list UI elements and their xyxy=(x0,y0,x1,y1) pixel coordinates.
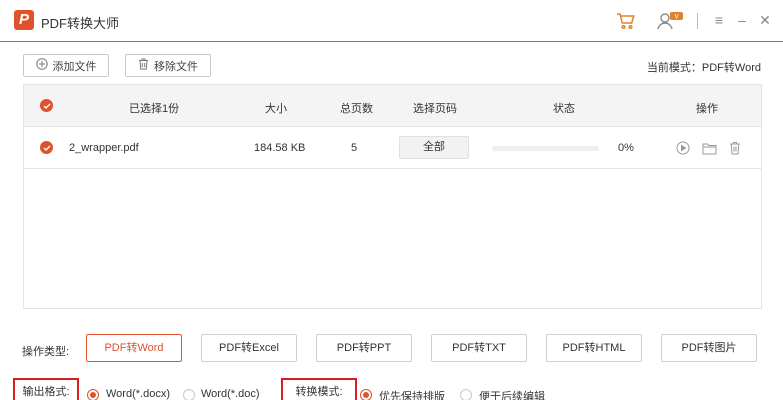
file-pages: 5 xyxy=(351,142,358,154)
mode-keep-layout-label: 优先保持排版 xyxy=(379,391,445,400)
op-pdf-to-html[interactable]: PDF转HTML xyxy=(546,334,642,362)
format-docx-label: Word(*.docx) xyxy=(106,388,170,400)
header-pages: 总页数 xyxy=(340,103,373,115)
folder-icon[interactable] xyxy=(701,140,717,156)
op-pdf-to-ppt[interactable]: PDF转PPT xyxy=(316,334,412,362)
file-size: 184.58 KB xyxy=(254,142,306,154)
play-icon[interactable] xyxy=(675,140,691,156)
op-pdf-to-txt[interactable]: PDF转TXT xyxy=(431,334,527,362)
app-logo: P xyxy=(14,10,34,30)
table-row: 2_wrapper.pdf 184.58 KB 5 全部 0% xyxy=(24,127,761,169)
row-checkbox[interactable] xyxy=(40,141,53,154)
progress-text: 0% xyxy=(618,142,634,154)
file-name: 2_wrapper.pdf xyxy=(69,142,139,154)
add-file-label: 添加文件 xyxy=(52,60,97,73)
current-mode-label: 当前模式：PDF转Word xyxy=(646,62,761,74)
header-selected: 已选择1份 xyxy=(129,103,180,115)
plus-circle-icon xyxy=(35,58,48,73)
trash-icon xyxy=(138,58,149,73)
format-doc-label: Word(*.doc) xyxy=(201,388,260,400)
conversion-mode-label: 转换模式: xyxy=(281,378,357,400)
user-vip-icon[interactable]: V xyxy=(655,10,685,32)
select-all-checkbox[interactable] xyxy=(40,99,53,112)
page-range-button[interactable]: 全部 xyxy=(399,136,469,159)
minimize-button[interactable]: – xyxy=(733,10,751,30)
format-radio-docx[interactable] xyxy=(87,389,99,400)
close-button[interactable]: ✕ xyxy=(756,10,774,30)
app-title: PDF转换大师 xyxy=(41,16,120,31)
table-header: 已选择1份 大小 总页数 选择页码 状态 操作 xyxy=(24,85,761,127)
remove-file-label: 移除文件 xyxy=(154,60,198,73)
header-actions: 操作 xyxy=(696,103,718,115)
title-separator xyxy=(697,13,698,29)
title-bar: P PDF转换大师 V ≡ – ✕ xyxy=(0,0,783,42)
header-size: 大小 xyxy=(265,103,287,115)
output-format-label: 输出格式: xyxy=(13,378,79,400)
progress-bar xyxy=(492,146,599,151)
cart-icon[interactable] xyxy=(615,10,637,32)
mode-radio-editable[interactable] xyxy=(460,389,472,400)
header-status: 状态 xyxy=(553,103,575,115)
mode-editable-label: 便于后续编辑 xyxy=(479,391,545,400)
format-radio-doc[interactable] xyxy=(183,389,195,400)
remove-file-button[interactable]: 移除文件 xyxy=(125,54,211,77)
add-file-button[interactable]: 添加文件 xyxy=(23,54,109,77)
file-table: 已选择1份 大小 总页数 选择页码 状态 操作 2_wrapper.pdf 18… xyxy=(23,84,762,309)
mode-radio-keep-layout[interactable] xyxy=(360,389,372,400)
op-pdf-to-image[interactable]: PDF转图片 xyxy=(661,334,757,362)
op-pdf-to-excel[interactable]: PDF转Excel xyxy=(201,334,297,362)
delete-icon[interactable] xyxy=(727,140,743,156)
op-pdf-to-word[interactable]: PDF转Word xyxy=(86,334,182,362)
menu-button[interactable]: ≡ xyxy=(710,10,728,30)
header-select-pages: 选择页码 xyxy=(413,103,457,115)
operation-type-label: 操作类型: xyxy=(22,346,70,358)
